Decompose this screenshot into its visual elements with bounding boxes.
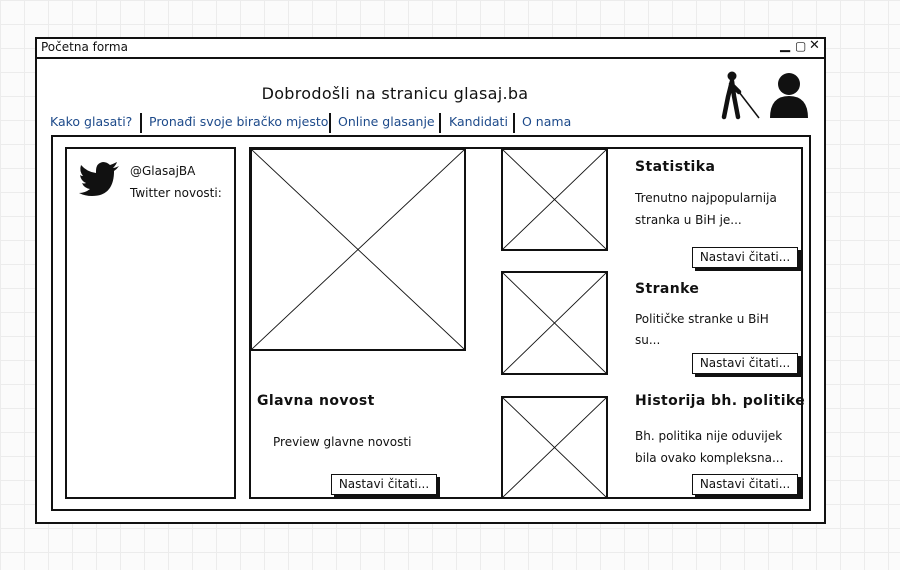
statistika-line-1: Trenutno najpopularnija [635,191,777,205]
nav-kako-glasati[interactable]: Kako glasati? [50,114,132,129]
main-news-image-placeholder [250,148,466,351]
stranke-read-more-button[interactable]: Nastavi čitati... [692,353,798,374]
statistika-line-2: stranka u BiH je... [635,213,742,227]
minimize-icon[interactable]: ▁ [780,38,790,53]
stranke-image-placeholder [501,271,608,375]
nav-o-nama[interactable]: O nama [522,114,571,129]
stranke-title: Stranke [635,281,700,297]
main-news-read-more-button[interactable]: Nastavi čitati... [331,474,437,495]
twitter-handle[interactable]: @GlasajBA [130,164,195,178]
main-news-preview: Preview glavne novosti [273,435,412,449]
stranke-line-1: Političke stranke u BiH [635,312,769,326]
stranke-line-2: su... [635,333,661,347]
historija-read-more-button[interactable]: Nastavi čitati... [692,474,798,495]
window-title: Početna forma [41,40,128,54]
nav-separator [513,113,515,133]
title-bar [37,39,824,59]
statistika-read-more-button[interactable]: Nastavi čitati... [692,247,798,268]
maximize-icon[interactable]: ▢ [795,39,806,53]
nav-separator [329,113,331,133]
blind-person-icon[interactable] [719,70,761,120]
page-title: Dobrodošli na stranicu glasaj.ba [261,84,529,103]
main-news-title: Glavna novost [257,393,375,409]
nav-separator [439,113,441,133]
historija-line-1: Bh. politika nije oduvijek [635,429,783,443]
user-icon[interactable] [768,72,810,118]
nav-separator [140,113,142,133]
historija-title: Historija bh. politike [635,393,806,409]
nav-online-glasanje[interactable]: Online glasanje [338,114,435,129]
twitter-bird-icon [79,161,121,197]
historija-line-2: bila ovako kompleksna... [635,451,784,465]
historija-image-placeholder [501,396,608,499]
nav-biracko-mjesto[interactable]: Pronađi svoje biračko mjesto [149,114,328,129]
statistika-image-placeholder [501,148,608,251]
close-icon[interactable]: ✕ [809,38,820,53]
twitter-label: Twitter novosti: [130,186,222,200]
nav-kandidati[interactable]: Kandidati [449,114,508,129]
statistika-title: Statistika [635,159,716,175]
